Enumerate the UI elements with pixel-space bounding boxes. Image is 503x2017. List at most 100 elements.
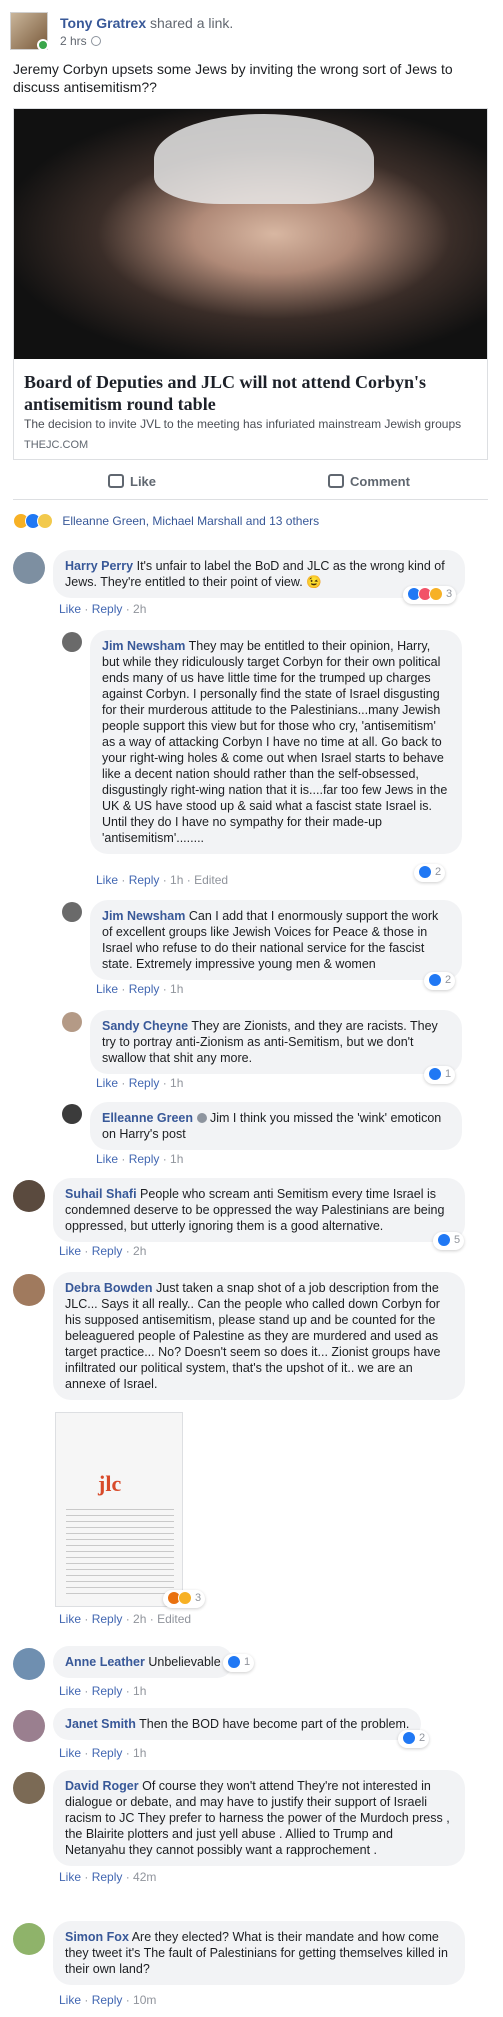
comment-reply-link[interactable]: Reply (129, 873, 160, 887)
comment-like-link[interactable]: Like (59, 602, 81, 616)
avatar[interactable] (13, 1772, 45, 1804)
commenter-name[interactable]: Suhail Shafi (65, 1187, 137, 1201)
commenter-name[interactable]: David Roger (65, 1779, 139, 1793)
comment-time[interactable]: 1h (133, 1746, 146, 1760)
post-actions-bar: Like Comment (13, 466, 488, 500)
author-avatar[interactable] (10, 12, 49, 51)
avatar[interactable] (13, 1274, 45, 1306)
comment-text: Just taken a snap shot of a job descript… (65, 1281, 441, 1391)
comment-reply-link[interactable]: Reply (92, 1612, 123, 1626)
comment-reply-link[interactable]: Reply (92, 1684, 123, 1698)
comment-like-link[interactable]: Like (96, 1076, 118, 1090)
comment-time[interactable]: 10m (133, 1993, 156, 2007)
comment-time[interactable]: 2h (133, 1612, 146, 1626)
avatar[interactable] (62, 632, 82, 652)
comment-bubble: Suhail Shafi People who scream anti Semi… (53, 1178, 465, 1242)
commenter-name[interactable]: Anne Leather (65, 1655, 145, 1669)
link-preview-image[interactable] (14, 109, 487, 359)
comment-reactions[interactable]: 2 (424, 972, 456, 990)
avatar[interactable] (13, 1710, 45, 1742)
avatar[interactable] (13, 552, 45, 584)
comment-reply-link[interactable]: Reply (92, 1746, 123, 1760)
comment-meta: Like · Reply · 1h (59, 1684, 147, 1698)
comment-bubble: Elleanne Green Jim I think you missed th… (90, 1102, 462, 1150)
author-name[interactable]: Tony Gratrex (60, 15, 146, 31)
commenter-name[interactable]: Simon Fox (65, 1930, 129, 1944)
comment-meta: Like · Reply · 2h (59, 602, 147, 616)
comment-like-link[interactable]: Like (96, 873, 118, 887)
avatar[interactable] (13, 1180, 45, 1212)
commenter-name[interactable]: Harry Perry (65, 559, 133, 573)
comment-reply-link[interactable]: Reply (129, 982, 160, 996)
comment-time[interactable]: 1h (170, 873, 183, 887)
comment-reactions[interactable]: 3 (403, 586, 457, 604)
link-title[interactable]: Board of Deputies and JLC will not atten… (24, 371, 479, 415)
commenter-name[interactable]: Janet Smith (65, 1717, 136, 1731)
comment-time[interactable]: 1h (133, 1684, 146, 1698)
commenter-name[interactable]: Sandy Cheyne (102, 1019, 188, 1033)
attached-screenshot[interactable]: jlc (55, 1412, 183, 1607)
link-domain: THEJC.COM (24, 439, 89, 451)
avatar[interactable] (13, 1923, 45, 1955)
avatar[interactable] (13, 1648, 45, 1680)
comment-like-link[interactable]: Like (59, 1870, 81, 1884)
comment-time[interactable]: 2h (133, 602, 146, 616)
comment-bubble: Sandy Cheyne They are Zionists, and they… (90, 1010, 462, 1074)
thumbs-up-icon (108, 474, 124, 488)
comment-time[interactable]: 1h (170, 982, 183, 996)
comment-like-link[interactable]: Like (59, 1684, 81, 1698)
comment-reactions[interactable]: 3 (163, 1590, 206, 1608)
badge-icon (196, 1113, 207, 1123)
comment-time[interactable]: 1h (170, 1076, 183, 1090)
comment-button[interactable]: Comment (328, 474, 410, 489)
comment-reactions[interactable]: 1 (223, 1654, 255, 1672)
online-indicator-icon (37, 39, 49, 51)
comment-time[interactable]: 2h (133, 1244, 146, 1258)
comment-reply-link[interactable]: Reply (92, 1870, 123, 1884)
comment-reply: Elleanne Green Jim I think you missed th… (62, 1102, 492, 1167)
comment-like-link[interactable]: Like (59, 1993, 81, 2007)
comment-reply-link[interactable]: Reply (129, 1076, 160, 1090)
avatar[interactable] (62, 1012, 82, 1032)
comment-meta: Like · Reply · 2h · Edited (59, 1612, 192, 1626)
comment-edited[interactable]: Edited (194, 873, 228, 887)
comment-like-link[interactable]: Like (59, 1244, 81, 1258)
comment-text: Then the BOD have become part of the pro… (139, 1717, 410, 1731)
avatar[interactable] (62, 1104, 82, 1124)
comment-reply: Jim Newsham Can I add that I enormously … (62, 900, 492, 1000)
comment: Suhail Shafi People who scream anti Semi… (13, 1178, 493, 1263)
comment-reply-link[interactable]: Reply (92, 1993, 123, 2007)
comment-reactions[interactable]: 5 (433, 1232, 465, 1250)
reactions-summary[interactable]: Elleanne Green, Michael Marshall and 13 … (13, 513, 319, 533)
comment-time[interactable]: 42m (133, 1870, 156, 1884)
comment-reactions[interactable]: 2 (398, 1730, 430, 1748)
link-preview-card[interactable]: Board of Deputies and JLC will not atten… (13, 108, 488, 460)
comment-reply-link[interactable]: Reply (129, 1152, 160, 1166)
globe-icon (90, 36, 101, 46)
comment-reactions[interactable]: 1 (424, 1066, 456, 1084)
comment-meta: Like · Reply · 1h (96, 1152, 184, 1166)
avatar[interactable] (62, 902, 82, 922)
post-header: Tony Gratrex shared a link. 2 hrs (10, 8, 500, 51)
comment-meta: Like · Reply · 1h (96, 1076, 184, 1090)
comment-reply-link[interactable]: Reply (92, 602, 123, 616)
like-button[interactable]: Like (108, 474, 156, 489)
comment-bubble: Janet Smith Then the BOD have become par… (53, 1708, 422, 1740)
comment-like-link[interactable]: Like (96, 982, 118, 996)
comment-reactions[interactable]: 2 (414, 864, 446, 882)
commenter-name[interactable]: Debra Bowden (65, 1281, 153, 1295)
comment-like-link[interactable]: Like (96, 1152, 118, 1166)
commenter-name[interactable]: Elleanne Green (102, 1111, 193, 1125)
comment-like-link[interactable]: Like (59, 1746, 81, 1760)
comment-edited[interactable]: Edited (157, 1612, 191, 1626)
comment-bubble: Anne Leather Unbelievable (53, 1646, 233, 1678)
comment-like-link[interactable]: Like (59, 1612, 81, 1626)
reactions-text[interactable]: Elleanne Green, Michael Marshall and 13 … (62, 514, 319, 528)
commenter-name[interactable]: Jim Newsham (102, 909, 185, 923)
comment-reply-link[interactable]: Reply (92, 1244, 123, 1258)
comment-time[interactable]: 1h (170, 1152, 183, 1166)
comment-meta: Like · Reply · 1h (59, 1746, 147, 1760)
post-time[interactable]: 2 hrs (60, 34, 101, 48)
commenter-name[interactable]: Jim Newsham (102, 639, 185, 653)
comment: Harry Perry It's unfair to label the BoD… (13, 550, 493, 620)
